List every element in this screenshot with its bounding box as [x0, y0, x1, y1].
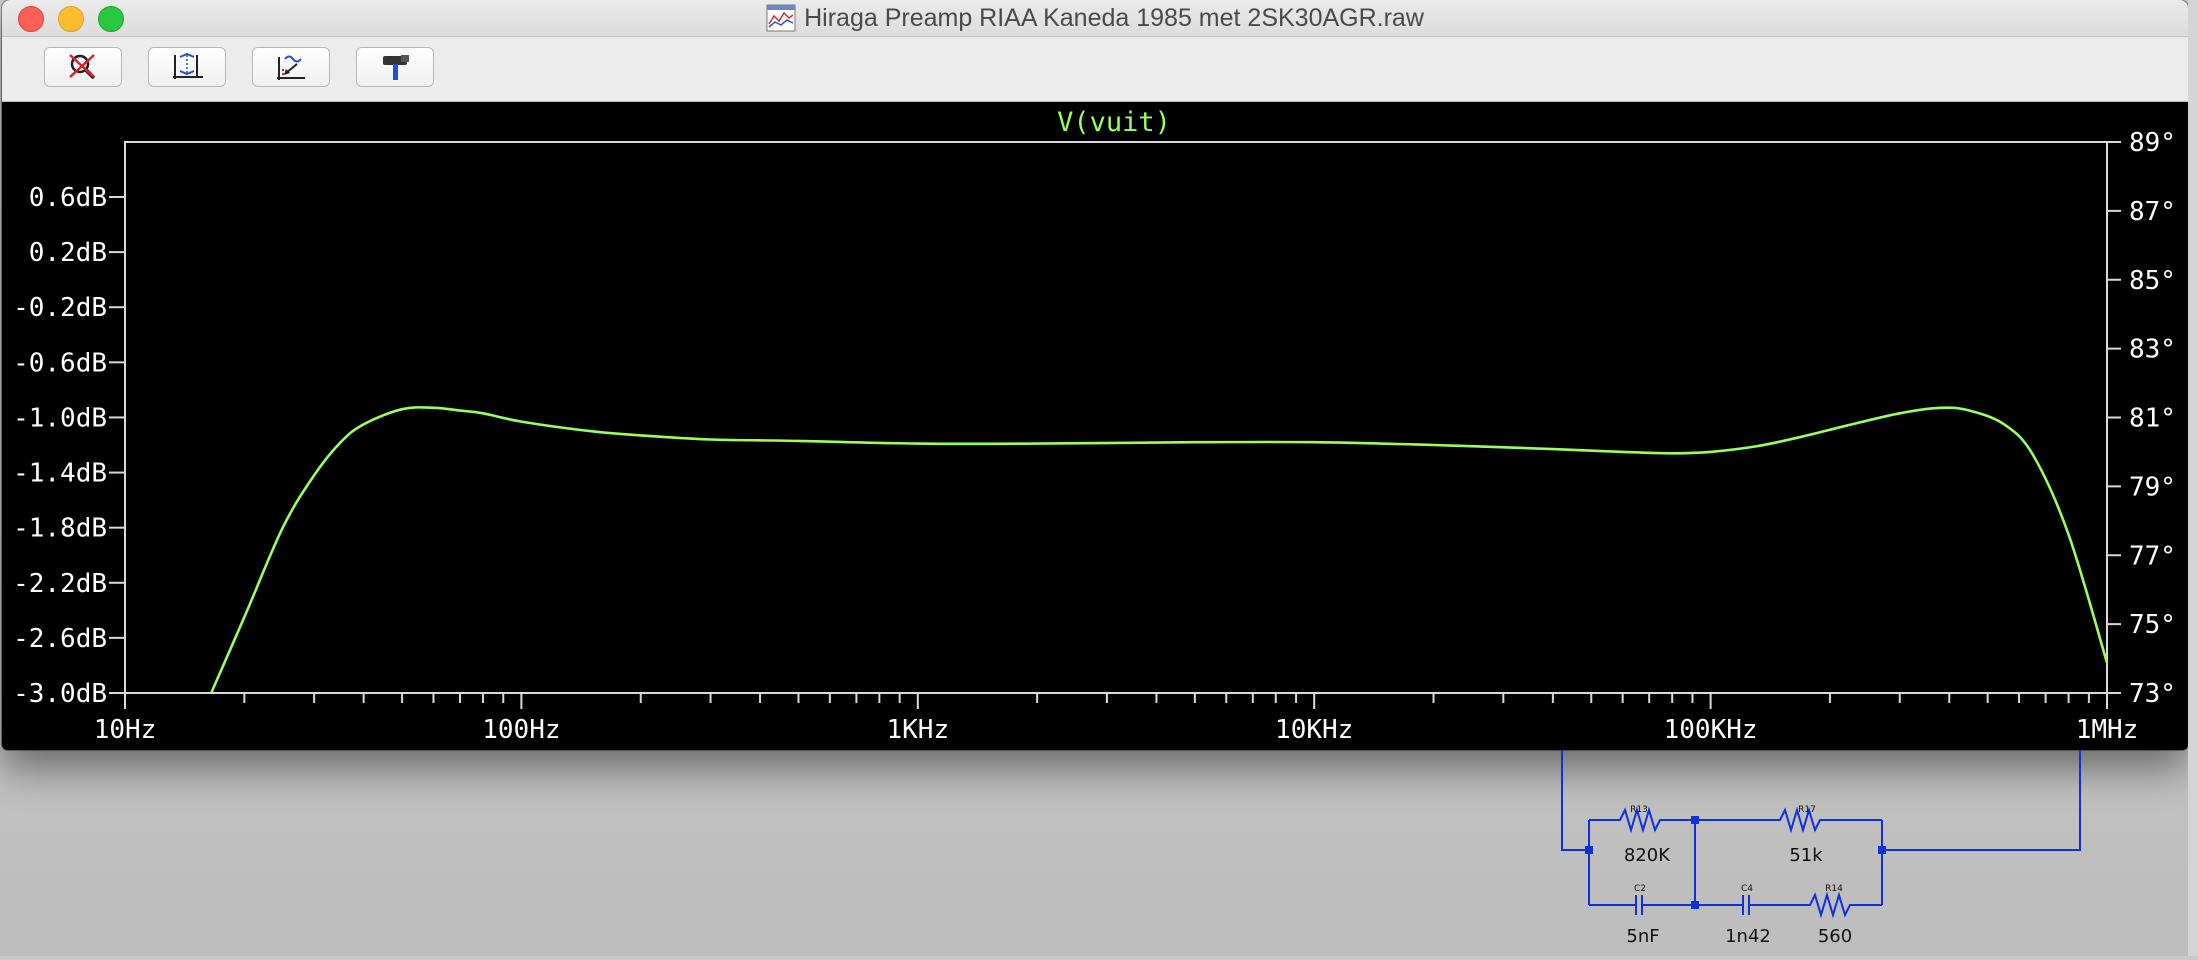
- waveform-viewer-window: Hiraga Preamp RIAA Kaneda 1985 met 2SK30…: [2, 0, 2188, 750]
- title-bar[interactable]: Hiraga Preamp RIAA Kaneda 1985 met 2SK30…: [2, 0, 2188, 37]
- component-ref-r14: R14: [1825, 884, 1843, 894]
- chart-title[interactable]: V(vuit): [1057, 107, 1171, 138]
- component-ref-r13: R13: [1630, 805, 1648, 815]
- background-window-edge: [2188, 0, 2198, 956]
- bode-plot[interactable]: V(vuit) 0.6dB 0.2dB -0.2dB -0.6dB -1.0dB -1.4…: [2, 102, 2188, 750]
- component-value-r17: 51k: [1789, 845, 1823, 866]
- x-tick-label: 100KHz: [1664, 715, 1758, 745]
- plot-pane[interactable]: V(vuit) 0.6dB 0.2dB -0.2dB -0.6dB -1.0dB -1.4…: [2, 102, 2188, 750]
- hammer-icon: [383, 55, 409, 80]
- y-right-tick-label: 81°: [2129, 404, 2176, 434]
- component-ref-c4: C4: [1741, 884, 1753, 894]
- zoom-cancel-button[interactable]: [44, 47, 122, 87]
- x-tick-label: 1KHz: [886, 715, 949, 745]
- y-right-tick-label: 87°: [2129, 197, 2176, 227]
- x-tick-label: 100Hz: [482, 715, 560, 745]
- toolbar: [2, 37, 2188, 102]
- component-value-c4: 1n42: [1725, 926, 1771, 947]
- zoom-graph-icon: [277, 55, 305, 80]
- y-left-tick-label: -0.2dB: [13, 293, 107, 323]
- y-left-tick-label: -3.0dB: [13, 679, 107, 709]
- component-value-r14: 560: [1818, 926, 1852, 947]
- y-left-tick-label: -1.8dB: [13, 514, 107, 544]
- y-right-tick-label: 73°: [2129, 679, 2176, 709]
- component-ref-c2: C2: [1634, 884, 1646, 894]
- zoom-extents-button[interactable]: [252, 47, 330, 87]
- y-left-tick-label: -0.6dB: [13, 348, 107, 378]
- y-right-tick-label: 75°: [2129, 610, 2176, 640]
- x-tick-label: 10Hz: [94, 715, 157, 745]
- plot-background: [2, 102, 2188, 750]
- y-left-tick-label: -1.0dB: [13, 403, 107, 433]
- component-value-c2: 5nF: [1626, 926, 1659, 947]
- component-value-r13: 820K: [1624, 845, 1671, 866]
- schematic-fragment: R13 820K R17 51k C2 5nF C4 1n42 R14 560: [1500, 750, 2198, 956]
- magnifier-cancel-icon: [69, 54, 96, 80]
- y-right-tick-label: 79°: [2129, 472, 2176, 502]
- y-left-tick-label: -1.4dB: [13, 459, 107, 489]
- y-right-tick-label: 77°: [2129, 541, 2176, 571]
- window-title: Hiraga Preamp RIAA Kaneda 1985 met 2SK30…: [804, 3, 1424, 32]
- autorange-button[interactable]: [148, 47, 226, 87]
- y-right-tick-label: 85°: [2129, 266, 2176, 296]
- y-right-tick-label: 89°: [2129, 128, 2176, 158]
- x-tick-label: 10KHz: [1275, 715, 1353, 745]
- x-tick-label: 1MHz: [2076, 715, 2139, 745]
- y-left-tick-label: 0.2dB: [29, 238, 107, 268]
- autorange-axes-icon: [173, 52, 203, 79]
- y-right-tick-label: 83°: [2129, 335, 2176, 365]
- pick-visible-traces-button[interactable]: [356, 47, 434, 87]
- y-left-tick-label: -2.6dB: [13, 624, 107, 654]
- component-ref-r17: R17: [1798, 805, 1816, 815]
- waveform-file-icon: [766, 4, 796, 32]
- y-left-tick-label: -2.2dB: [13, 569, 107, 599]
- schematic-drawing: R13 820K R17 51k C2 5nF C4 1n42 R14 560: [1561, 750, 2081, 947]
- y-left-tick-label: 0.6dB: [29, 183, 107, 213]
